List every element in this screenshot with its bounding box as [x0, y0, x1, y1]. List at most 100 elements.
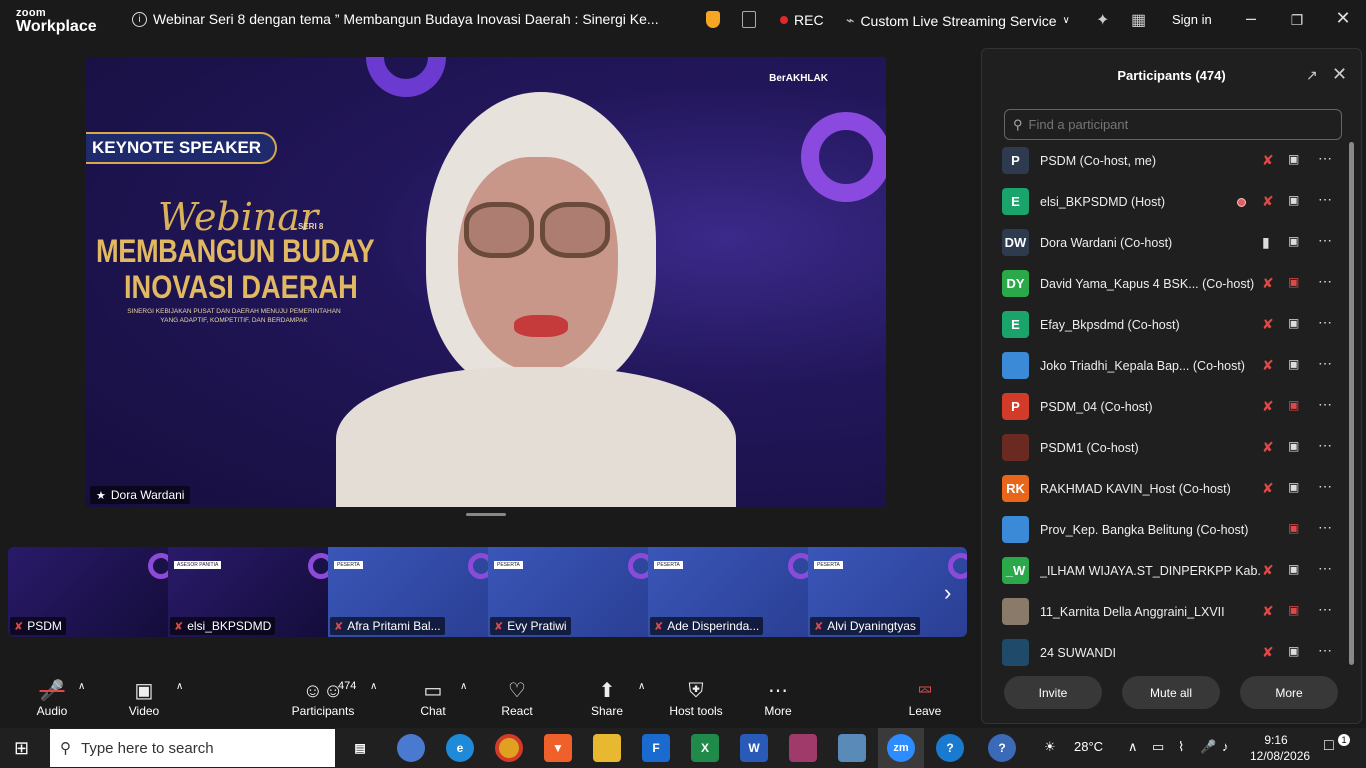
- battery-icon[interactable]: ▭: [1152, 739, 1164, 755]
- notes-icon[interactable]: [742, 11, 756, 28]
- brave-browser-icon[interactable]: ▼: [544, 734, 572, 762]
- mic-on-icon[interactable]: ▮: [1262, 234, 1270, 251]
- mic-muted-icon[interactable]: ✘: [1262, 193, 1274, 210]
- mic-muted-icon[interactable]: ✘: [1262, 275, 1274, 292]
- video-off-icon[interactable]: ▣: [1288, 521, 1299, 535]
- video-on-icon[interactable]: ▣: [1288, 234, 1299, 248]
- winrar-app-icon[interactable]: [789, 734, 817, 762]
- mic-muted-icon[interactable]: ✘: [1262, 357, 1274, 374]
- close-icon[interactable]: ✕: [1328, 8, 1358, 29]
- more-options-icon[interactable]: ⋯: [1318, 355, 1332, 372]
- more-options-icon[interactable]: ⋯: [1318, 150, 1332, 167]
- mic-muted-icon[interactable]: ✘: [1262, 644, 1274, 661]
- task-view-icon[interactable]: ▤: [346, 734, 374, 762]
- video-on-icon[interactable]: ▣: [1288, 193, 1299, 207]
- mic-muted-icon[interactable]: ✘: [1262, 439, 1274, 456]
- video-button[interactable]: ▣ Video: [126, 678, 162, 718]
- video-thumbnail[interactable]: PESERTA ✘ Ade Disperinda...: [648, 547, 808, 637]
- excel-app-icon[interactable]: X: [691, 734, 719, 762]
- more-options-icon[interactable]: ⋯: [1318, 519, 1332, 536]
- participant-row[interactable]: 24 SUWANDI ✘ ▣ ⋯: [982, 633, 1350, 671]
- notification-center-icon[interactable]: □: [1324, 737, 1334, 755]
- video-off-icon[interactable]: ▣: [1288, 398, 1299, 412]
- resize-handle[interactable]: [466, 513, 506, 516]
- video-off-icon[interactable]: ▣: [1288, 603, 1299, 617]
- security-shield-icon[interactable]: [706, 11, 720, 28]
- audio-button[interactable]: 🎤 Audio: [34, 678, 70, 718]
- participant-list-scrollbar[interactable]: [1349, 142, 1354, 665]
- more-options-icon[interactable]: ⋯: [1318, 560, 1332, 577]
- more-options-icon[interactable]: ⋯: [1318, 232, 1332, 249]
- share-button[interactable]: ⬆ Share: [590, 678, 624, 718]
- mic-muted-icon[interactable]: ✘: [1262, 152, 1274, 169]
- video-on-icon[interactable]: ▣: [1288, 316, 1299, 330]
- chrome-browser-icon[interactable]: [495, 734, 523, 762]
- video-on-icon[interactable]: ▣: [1288, 480, 1299, 494]
- participant-search-input[interactable]: [1028, 117, 1319, 132]
- edge-browser-icon[interactable]: e: [446, 734, 474, 762]
- video-on-icon[interactable]: ▣: [1288, 439, 1299, 453]
- system-clock[interactable]: 9:16 12/08/2026: [1250, 732, 1310, 764]
- more-options-icon[interactable]: ⋯: [1318, 437, 1332, 454]
- video-on-icon[interactable]: ▣: [1288, 152, 1299, 166]
- pop-out-icon[interactable]: ↗: [1306, 67, 1318, 84]
- audio-options-caret-icon[interactable]: ∧: [78, 678, 85, 692]
- more-options-icon[interactable]: ⋯: [1318, 396, 1332, 413]
- mic-muted-icon[interactable]: ✘: [1262, 603, 1274, 620]
- participant-row[interactable]: Joko Triadhi_Kepala Bap... (Co-host) ✘ ▣ ⋯: [982, 346, 1350, 387]
- share-options-caret-icon[interactable]: ∧: [638, 678, 645, 692]
- video-off-icon[interactable]: ▣: [1288, 275, 1299, 289]
- more-options-icon[interactable]: ⋯: [1318, 191, 1332, 208]
- chat-button[interactable]: ▭ Chat: [418, 678, 448, 718]
- calendar-app-icon[interactable]: F: [642, 734, 670, 762]
- invite-button[interactable]: Invite: [1004, 676, 1102, 709]
- wifi-icon[interactable]: ⌇: [1178, 739, 1184, 755]
- more-options-icon[interactable]: ⋯: [1318, 601, 1332, 618]
- photos-app-icon[interactable]: [838, 734, 866, 762]
- video-thumbnail[interactable]: PESERTA ✘ Afra Pritami Bal...: [328, 547, 488, 637]
- video-on-icon[interactable]: ▣: [1288, 644, 1299, 658]
- sign-in-link[interactable]: Sign in: [1172, 12, 1212, 27]
- restore-icon[interactable]: ❐: [1282, 12, 1312, 29]
- microphone-icon[interactable]: 🎤: [1200, 739, 1216, 755]
- taskbar-search-box[interactable]: ⚲ Type here to search: [50, 729, 335, 767]
- mic-muted-icon[interactable]: ✘: [1262, 398, 1274, 415]
- chat-options-caret-icon[interactable]: ∧: [460, 678, 467, 692]
- mic-muted-icon[interactable]: ✘: [1262, 316, 1274, 333]
- close-panel-icon[interactable]: ✕: [1332, 64, 1347, 85]
- more-options-icon[interactable]: ⋯: [1318, 314, 1332, 331]
- magic-wand-icon[interactable]: ✦: [1096, 10, 1109, 30]
- participant-row[interactable]: DW Dora Wardani (Co-host) ▮ ▣ ⋯: [982, 223, 1350, 264]
- leave-button[interactable]: ⮹ Leave: [906, 678, 944, 718]
- video-thumbnail[interactable]: ✘ PSDM: [8, 547, 168, 637]
- participant-row[interactable]: PSDM1 (Co-host) ✘ ▣ ⋯: [982, 428, 1350, 469]
- paint-app-icon[interactable]: [397, 734, 425, 762]
- participant-row[interactable]: Prov_Kep. Bangka Belitung (Co-host) ▣ ⋯: [982, 510, 1350, 551]
- info-icon[interactable]: i: [132, 11, 147, 27]
- grid-view-icon[interactable]: ▦: [1131, 10, 1146, 30]
- active-speaker-video[interactable]: BerAKHLAK KEYNOTE SPEAKER Webinar SERI 8…: [86, 57, 886, 507]
- more-button[interactable]: ⋯ More: [762, 678, 794, 718]
- show-hidden-icons-caret-icon[interactable]: ∧: [1128, 739, 1138, 755]
- participant-row[interactable]: DY David Yama_Kapus 4 BSK... (Co-host) ✘ ▣ ⋯: [982, 264, 1350, 305]
- participant-row[interactable]: Eelsi_BKPSDMD (Host) ✘ ▣ ⋯: [982, 182, 1350, 223]
- windows-start-icon[interactable]: ⊞: [14, 738, 29, 759]
- participant-row[interactable]: 11_Karnita Della Anggraini_LXVII ✘ ▣ ⋯: [982, 592, 1350, 633]
- next-page-chevron-icon[interactable]: ›: [944, 580, 951, 606]
- mic-muted-icon[interactable]: ✘: [1262, 480, 1274, 497]
- meeting-info[interactable]: i Webinar Seri 8 dengan tema ” Membangun…: [132, 11, 659, 27]
- video-thumbnail[interactable]: ASESOR PANITIA ✘ elsi_BKPSDMD: [168, 547, 328, 637]
- recording-indicator[interactable]: REC: [780, 12, 824, 28]
- weather-icon[interactable]: ☀: [1044, 739, 1056, 755]
- participant-search-box[interactable]: ⚲: [1004, 109, 1342, 140]
- help-app-icon[interactable]: ?: [936, 734, 964, 762]
- participant-row[interactable]: P PSDM_04 (Co-host) ✘ ▣ ⋯: [982, 387, 1350, 428]
- video-options-caret-icon[interactable]: ∧: [176, 678, 183, 692]
- panel-more-button[interactable]: More: [1240, 676, 1338, 709]
- more-options-icon[interactable]: ⋯: [1318, 642, 1332, 659]
- video-on-icon[interactable]: ▣: [1288, 357, 1299, 371]
- file-explorer-icon[interactable]: [593, 734, 621, 762]
- host-tools-button[interactable]: ⛨ Host tools: [668, 678, 724, 718]
- video-thumbnail[interactable]: PESERTA ✘ Evy Pratiwi: [488, 547, 648, 637]
- mute-all-button[interactable]: Mute all: [1122, 676, 1220, 709]
